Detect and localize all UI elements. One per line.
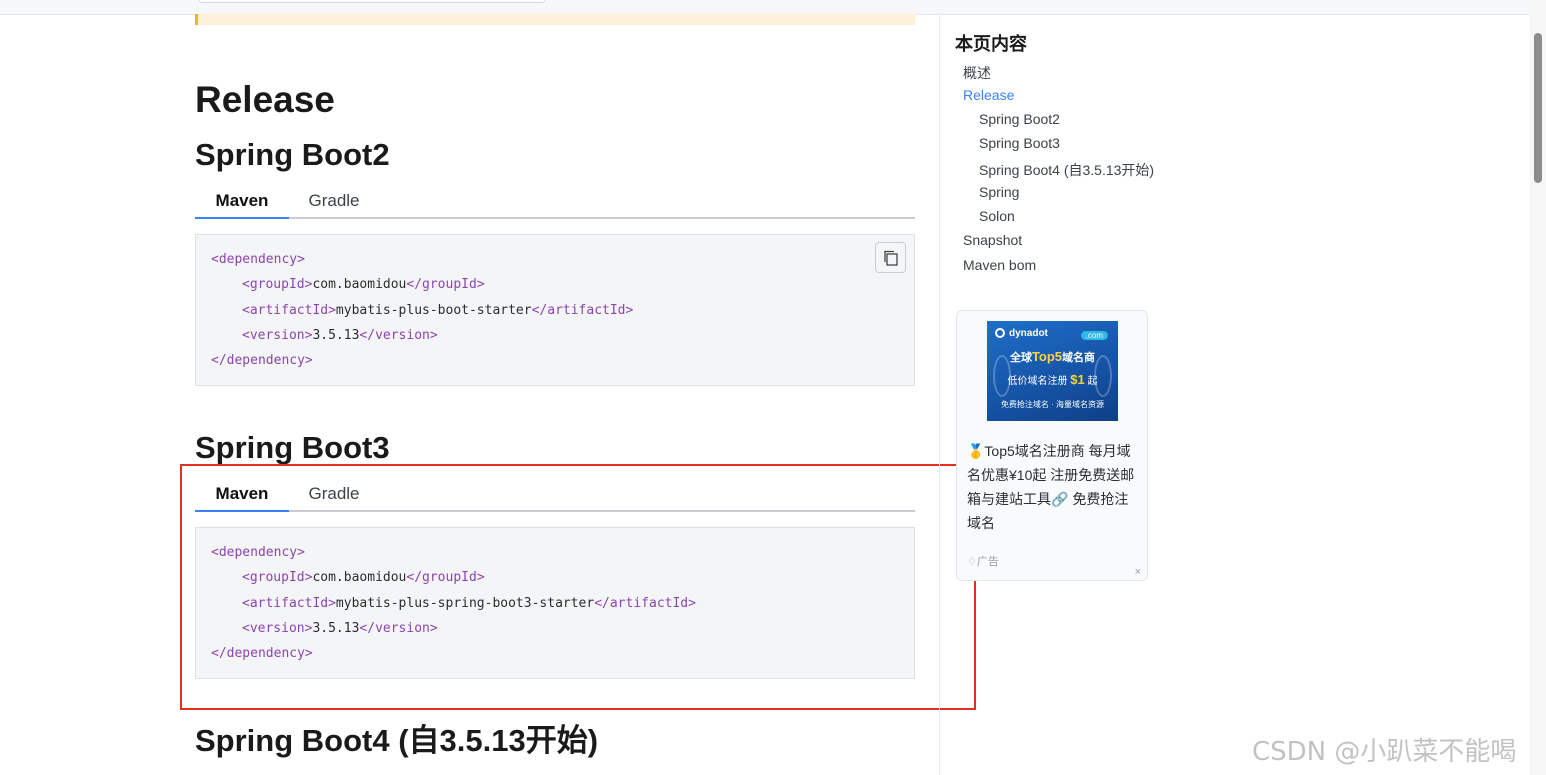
ad-banner-image[interactable]: dynadot .com 全球Top5域名商 低价域名注册 $1 起 免费抢注域… [987, 321, 1118, 421]
sidebar-divider [939, 14, 940, 775]
xml-value: 3.5.13 [312, 328, 360, 343]
spring-boot2-tabs: Maven Gradle [195, 184, 915, 219]
code-line: <dependency> [211, 251, 305, 269]
copy-icon [884, 250, 898, 266]
ad-image-line1: 全球Top5域名商 [1009, 349, 1096, 364]
scrollbar-thumb[interactable] [1534, 33, 1542, 183]
spring-boot2-heading: Spring Boot2 [195, 137, 390, 172]
ad-text[interactable]: 🥇Top5域名注册商 每月域名优惠¥10起 注册免费送邮箱与建站工具🔗 免费抢注… [967, 439, 1139, 535]
xml-tag: </artifactId> [531, 303, 634, 318]
top-bar-strip [0, 0, 1530, 15]
code-line: <groupId>com.baomidou</groupId> [242, 276, 485, 294]
toc-item-release[interactable]: Release [963, 87, 1014, 103]
xml-tag: <artifactId> [242, 303, 336, 318]
toc-item-solon[interactable]: Solon [979, 208, 1015, 224]
xml-tag: <dependency> [211, 252, 305, 267]
toc-item-spring[interactable]: Spring [979, 184, 1019, 200]
xml-value: mybatis-plus-boot-starter [335, 303, 532, 318]
release-heading: Release [195, 79, 335, 120]
ad-image-line2: 低价域名注册 $1 起 [1007, 372, 1098, 387]
code-line: </dependency> [211, 352, 313, 370]
csdn-watermark: CSDN @小趴菜不能喝 [1252, 737, 1517, 767]
spring-boot3-heading: Spring Boot3 [195, 430, 390, 465]
toc-item-spring-boot4[interactable]: Spring Boot4 (自3.5.13开始) [979, 160, 1154, 180]
ad-card[interactable]: dynadot .com 全球Top5域名商 低价域名注册 $1 起 免费抢注域… [956, 310, 1148, 581]
toc-title: 本页内容 [955, 34, 1027, 54]
xml-tag: </version> [359, 328, 438, 343]
ad-label: ♢广告 [967, 556, 999, 568]
ad-marker-icon: ♢ [967, 556, 977, 568]
xml-tag: <groupId> [242, 277, 313, 292]
toc-item-spring-boot3[interactable]: Spring Boot3 [979, 135, 1060, 151]
highlight-annotation-box [180, 464, 976, 710]
ad-com-badge: .com [1080, 331, 1108, 340]
spring-boot4-heading: Spring Boot4 (自3.5.13开始) [195, 723, 599, 758]
xml-tag: </groupId> [406, 277, 485, 292]
dynadot-logo-icon [995, 328, 1005, 338]
xml-tag: </dependency> [211, 353, 313, 368]
code-line: <artifactId>mybatis-plus-boot-starter</a… [242, 302, 633, 320]
toc-item-snapshot[interactable]: Snapshot [963, 232, 1022, 248]
xml-value: com.baomidou [312, 277, 407, 292]
toc-item-spring-boot2[interactable]: Spring Boot2 [979, 111, 1060, 127]
tab-gradle[interactable]: Gradle [289, 184, 379, 217]
xml-tag: <version> [242, 328, 313, 343]
ad-brand: dynadot [1009, 328, 1048, 339]
toc-item-maven-bom[interactable]: Maven bom [963, 257, 1036, 273]
code-line: <version>3.5.13</version> [242, 327, 438, 345]
warning-callout-bottom [195, 14, 915, 25]
search-box-edge[interactable] [198, 0, 546, 3]
ad-image-line3: 免费抢注域名 · 海量域名资源 [1000, 400, 1105, 409]
ad-close-button[interactable]: × [1135, 566, 1141, 578]
toc-item-overview[interactable]: 概述 [963, 63, 991, 83]
code-block-boot2: <dependency> <groupId>com.baomidou</grou… [195, 234, 915, 386]
tab-maven[interactable]: Maven [195, 184, 289, 219]
copy-button[interactable] [875, 242, 906, 273]
